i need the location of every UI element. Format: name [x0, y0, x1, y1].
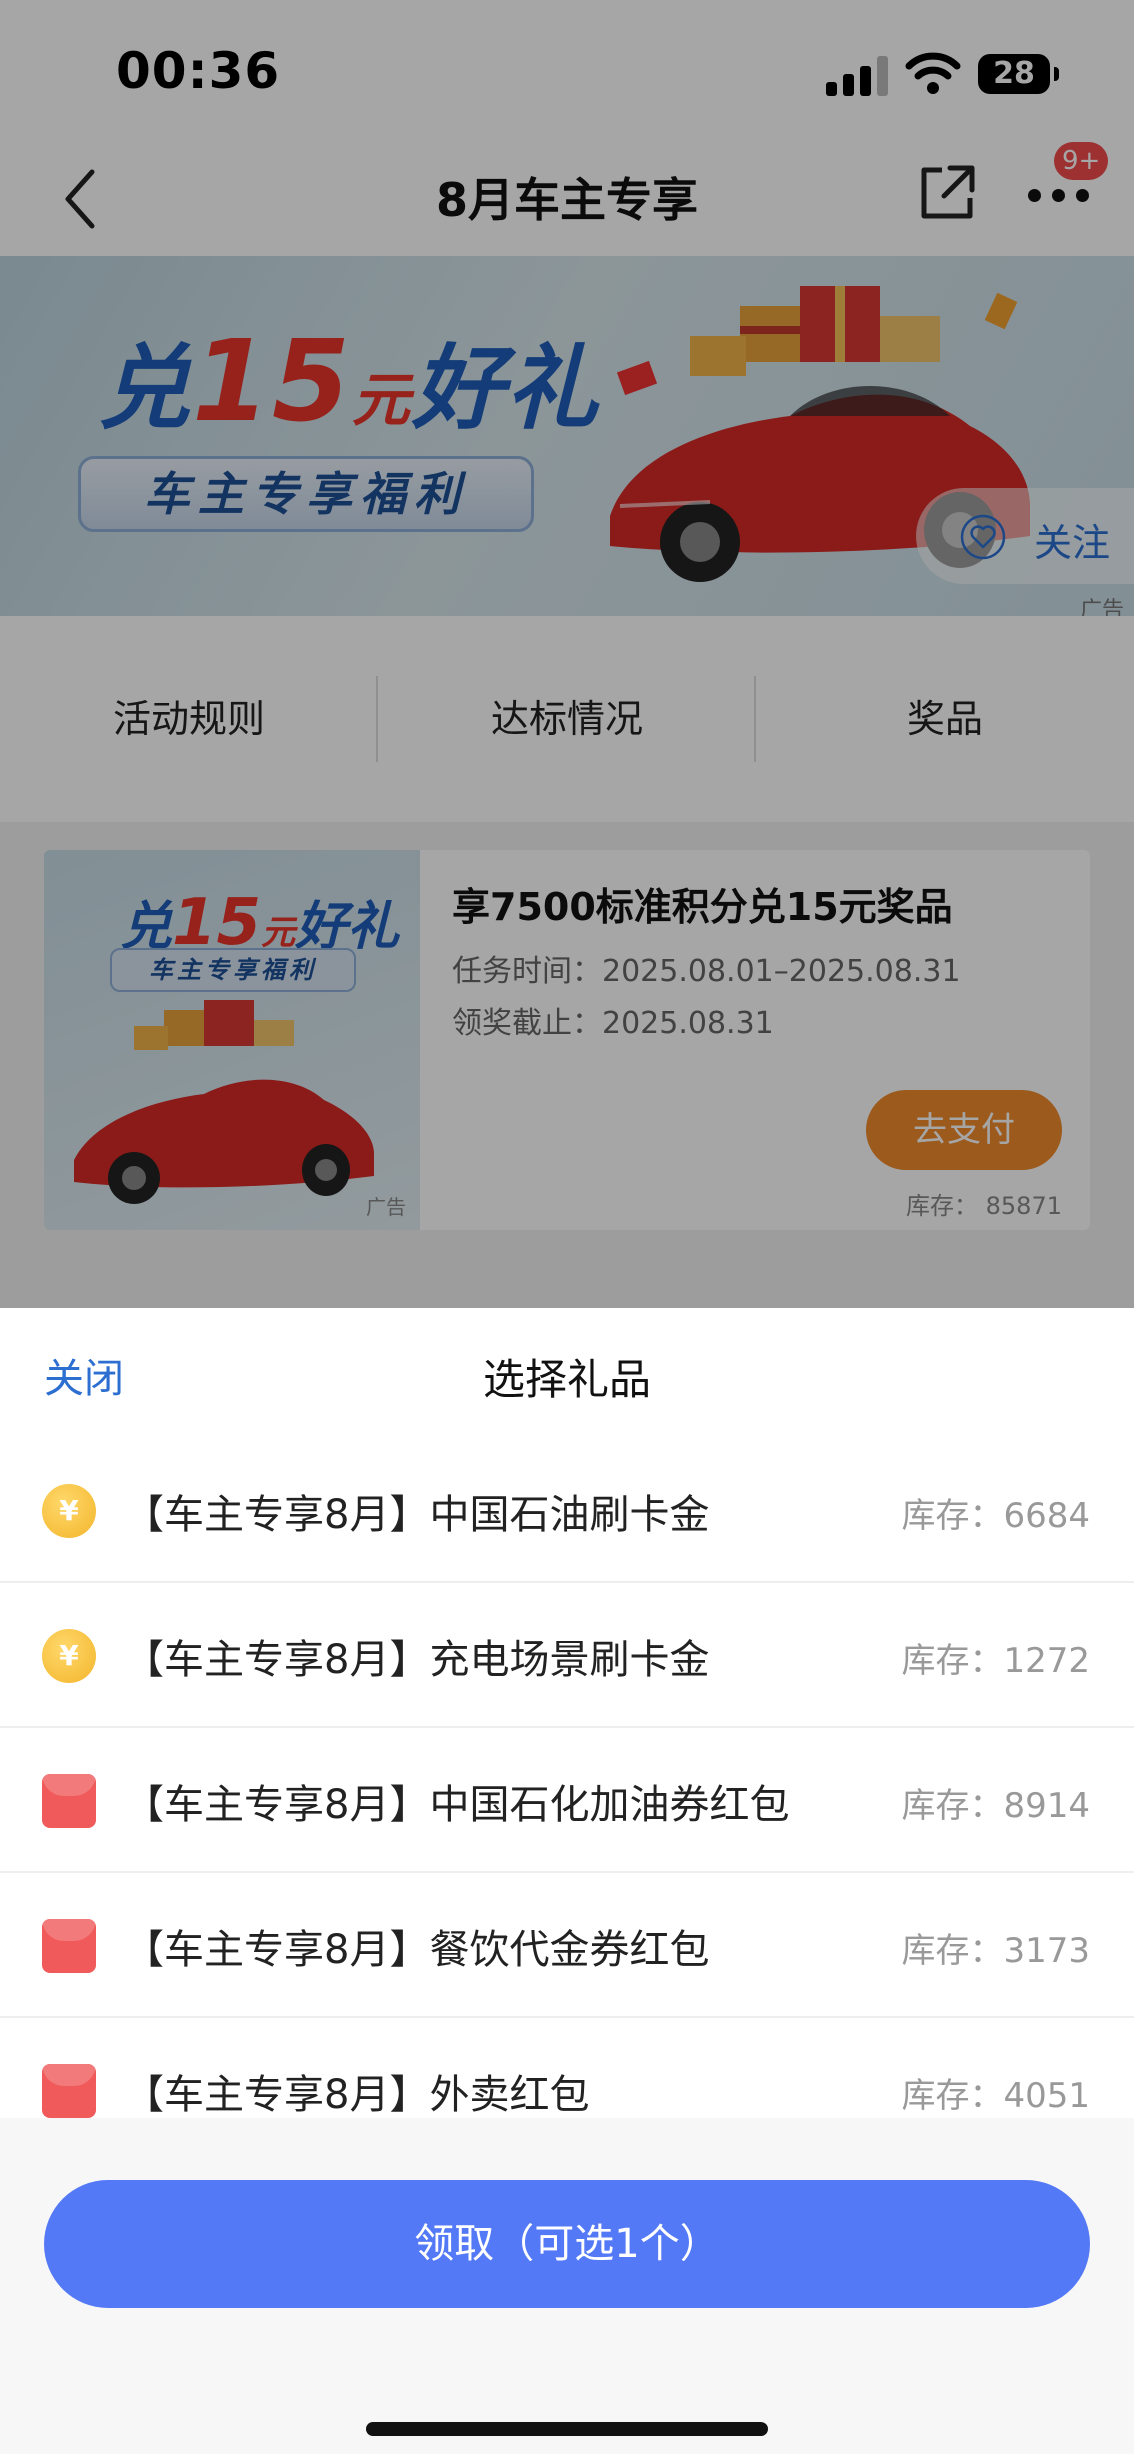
coin-icon: ¥	[42, 1484, 96, 1538]
wifi-icon	[905, 52, 961, 94]
gift-item[interactable]: 【车主专享8月】餐饮代金券红包 库存：3173	[0, 1873, 1134, 2018]
follow-button[interactable]: 关注	[916, 488, 1134, 584]
tab-rules[interactable]: 活动规则	[0, 616, 378, 822]
thumbnail-subtitle: 车主专享福利	[110, 948, 356, 992]
share-icon[interactable]	[912, 158, 982, 228]
status-bar: 00:36 28	[0, 0, 1134, 140]
claim-button[interactable]: 领取（可选1个）	[44, 2180, 1090, 2308]
battery-icon: 28	[978, 54, 1059, 94]
red-car-illustration	[74, 1000, 374, 1204]
sheet-title: 选择礼品	[482, 1355, 651, 1404]
status-time: 00:36	[116, 42, 281, 100]
content-area: 兑15元好礼 车主专享福利 广告 享7500标准积分兑15元奖品 任务时间：20…	[0, 822, 1134, 1310]
reward-card[interactable]: 兑15元好礼 车主专享福利 广告 享7500标准积分兑15元奖品 任务时间：20…	[44, 850, 1090, 1230]
gift-item[interactable]: ¥ 【车主专享8月】中国石油刷卡金 库存：6684	[0, 1438, 1134, 1583]
banner-title: 兑15元好礼	[98, 317, 600, 447]
red-envelope-icon	[42, 2064, 96, 2118]
reward-stock: 库存： 85871	[906, 1192, 1062, 1220]
screen: 00:36 28 8月车主专享 9+ 兑15元好礼 车主专享福利 关注 广告 活…	[0, 0, 1134, 2454]
heart-icon	[960, 514, 1006, 560]
gift-stock: 库存：4051	[901, 2076, 1090, 2116]
tab-bar: 活动规则 达标情况 奖品	[0, 616, 1134, 822]
more-menu-icon[interactable]	[1024, 180, 1094, 210]
gift-name: 【车主专享8月】充电场景刷卡金	[124, 1637, 710, 1683]
reward-title: 享7500标准积分兑15元奖品	[452, 885, 953, 929]
tab-prizes[interactable]: 奖品	[756, 616, 1134, 822]
reward-thumbnail: 兑15元好礼 车主专享福利 广告	[44, 850, 420, 1230]
gift-select-sheet: 关闭 选择礼品 ¥ 【车主专享8月】中国石油刷卡金 库存：6684 ¥ 【车主专…	[0, 1308, 1134, 2454]
nav-bar: 8月车主专享 9+	[0, 140, 1134, 256]
banner-subtitle: 车主专享福利	[78, 456, 534, 532]
sheet-footer: 领取（可选1个）	[0, 2118, 1134, 2454]
gift-stock: 库存：6684	[901, 1496, 1090, 1536]
red-envelope-icon	[42, 1774, 96, 1828]
gift-item[interactable]: 【车主专享8月】外卖红包 库存：4051	[0, 2018, 1134, 2118]
tab-progress[interactable]: 达标情况	[378, 616, 756, 822]
gift-stock: 库存：1272	[901, 1641, 1090, 1681]
gift-name: 【车主专享8月】中国石化加油券红包	[124, 1782, 790, 1828]
thumbnail-ad-label: 广告	[366, 1195, 406, 1219]
gift-list[interactable]: ¥ 【车主专享8月】中国石油刷卡金 库存：6684 ¥ 【车主专享8月】充电场景…	[0, 1438, 1134, 2118]
notification-badge: 9+	[1054, 142, 1109, 180]
ad-label: 广告	[1079, 598, 1124, 616]
home-indicator[interactable]	[366, 2422, 768, 2436]
gift-name: 【车主专享8月】外卖红包	[124, 2072, 590, 2118]
task-time: 任务时间：2025.08.01–2025.08.31	[452, 954, 961, 989]
gift-stock: 库存：8914	[901, 1786, 1090, 1826]
gift-stock: 库存：3173	[901, 1931, 1090, 1971]
promo-banner[interactable]: 兑15元好礼 车主专享福利 关注 广告	[0, 256, 1134, 616]
cellular-signal-icon	[826, 56, 890, 96]
gift-name: 【车主专享8月】中国石油刷卡金	[124, 1492, 710, 1538]
pay-button[interactable]: 去支付	[866, 1090, 1062, 1170]
follow-label: 关注	[1034, 521, 1111, 565]
coin-icon: ¥	[42, 1629, 96, 1683]
gift-name: 【车主专享8月】餐饮代金券红包	[124, 1927, 710, 1973]
gift-item[interactable]: ¥ 【车主专享8月】充电场景刷卡金 库存：1272	[0, 1583, 1134, 1728]
red-envelope-icon	[42, 1919, 96, 1973]
claim-deadline: 领奖截止：2025.08.31	[452, 1006, 774, 1041]
gift-item[interactable]: 【车主专享8月】中国石化加油券红包 库存：8914	[0, 1728, 1134, 1873]
